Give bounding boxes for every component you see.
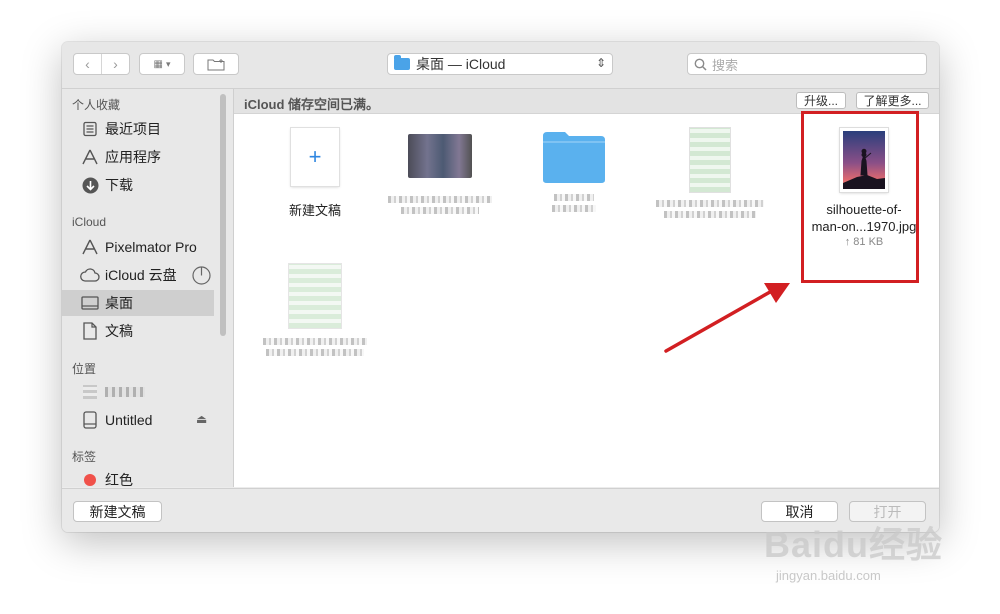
file-item[interactable] [260,264,370,360]
chevron-left-icon: ‹ [85,56,90,72]
location-popup[interactable]: 桌面 — iCloud ⇕ [387,53,613,75]
sidebar-item-computer[interactable] [62,379,214,405]
folder-icon [394,55,410,70]
spreadsheet-thumbnail [289,264,341,328]
sidebar-item-label: iCloud 云盘 [105,267,177,283]
blurred-filename [385,196,495,214]
bottom-bar: 新建文稿 取消 打开 [62,488,939,532]
learn-more-button[interactable]: 了解更多... [856,92,929,109]
sidebar: 个人收藏 最近项目 应用程序 下载 iCloud Pixelmator Pro [62,89,234,489]
sidebar-item-recents[interactable]: 最近项目 [62,116,214,142]
upgrade-button[interactable]: 升级... [796,92,846,109]
blurred-computer-name [105,387,145,397]
cancel-button[interactable]: 取消 [761,501,838,522]
icloud-drive-icon [80,266,100,284]
pixelmator-icon [80,238,100,256]
desktop-icon [80,294,100,312]
sidebar-item-documents[interactable]: 文稿 [62,318,214,344]
back-button[interactable]: ‹ [74,54,101,74]
sidebar-scrollbar[interactable] [220,94,226,336]
eject-icon[interactable]: ⏏ [196,412,207,426]
sidebar-item-icloud-drive[interactable]: iCloud 云盘 [62,262,214,288]
updown-chevron-icon: ⇕ [595,56,606,70]
chevron-down-icon: ▾ [165,58,171,69]
disk-icon [80,411,100,429]
new-folder-button[interactable] [193,53,239,75]
search-field[interactable]: 搜索 [687,53,927,75]
sidebar-item-pixelmator-pro[interactable]: Pixelmator Pro [62,234,214,260]
view-mode-button[interactable]: ▦ ▾ [139,53,185,75]
sidebar-heading-icloud: iCloud [72,215,107,229]
sidebar-item-label: 红色 [105,472,133,488]
sidebar-heading-favorites: 个人收藏 [72,98,121,112]
new-folder-icon [207,58,225,70]
sidebar-item-label: 文稿 [105,323,133,339]
highlight-box [801,111,919,283]
spreadsheet-thumbnail [690,128,730,192]
toolbar: ‹ › ▦ ▾ 桌面 — iCloud ⇕ 搜索 [62,42,939,89]
sidebar-item-untitled[interactable]: Untitled ⏏ [62,407,214,433]
new-document-label: 新建文稿 [288,203,341,218]
file-item[interactable] [655,128,765,222]
storage-full-message: iCloud 储存空间已满。 [244,97,380,112]
folder-item[interactable] [519,128,629,216]
sidebar-heading-tags: 标签 [72,450,97,464]
file-thumbnail [408,134,472,178]
open-button[interactable]: 打开 [849,501,926,522]
folder-icon [543,132,605,183]
storage-pie-icon [192,266,211,288]
blurred-filename [655,200,765,218]
sidebar-item-label: Pixelmator Pro [105,239,197,255]
applications-icon [80,148,100,166]
sidebar-item-label: 下载 [105,177,133,193]
computer-icon [80,383,100,401]
recents-icon [80,120,100,138]
documents-icon [80,322,100,340]
sidebar-item-label: 应用程序 [105,149,161,165]
sidebar-heading-locations: 位置 [72,362,97,376]
sidebar-item-label: 桌面 [105,295,133,311]
location-label: 桌面 — iCloud [416,56,506,72]
sidebar-item-label: 最近项目 [105,121,161,137]
new-document-thumbnail: + [291,128,339,186]
blurred-filename [260,338,370,356]
navigation-buttons: ‹ › [73,53,130,75]
chevron-right-icon: › [113,56,118,72]
search-icon [694,58,707,71]
sidebar-item-downloads[interactable]: 下载 [62,172,214,198]
file-item[interactable] [385,128,495,218]
watermark-url: jingyan.baidu.com [776,568,881,583]
sidebar-item-label: Untitled [105,412,153,428]
blurred-filename [519,194,629,212]
sidebar-item-applications[interactable]: 应用程序 [62,144,214,170]
plus-icon: + [308,144,322,169]
red-tag-icon [80,471,100,489]
new-document-button[interactable]: 新建文稿 [73,501,162,522]
forward-button[interactable]: › [101,54,129,74]
grid-view-icon: ▦ [153,58,164,70]
search-placeholder: 搜索 [712,57,739,73]
downloads-icon [80,176,100,194]
sidebar-item-desktop[interactable]: 桌面 [62,290,214,316]
new-document-item[interactable]: + 新建文稿 [260,128,370,219]
